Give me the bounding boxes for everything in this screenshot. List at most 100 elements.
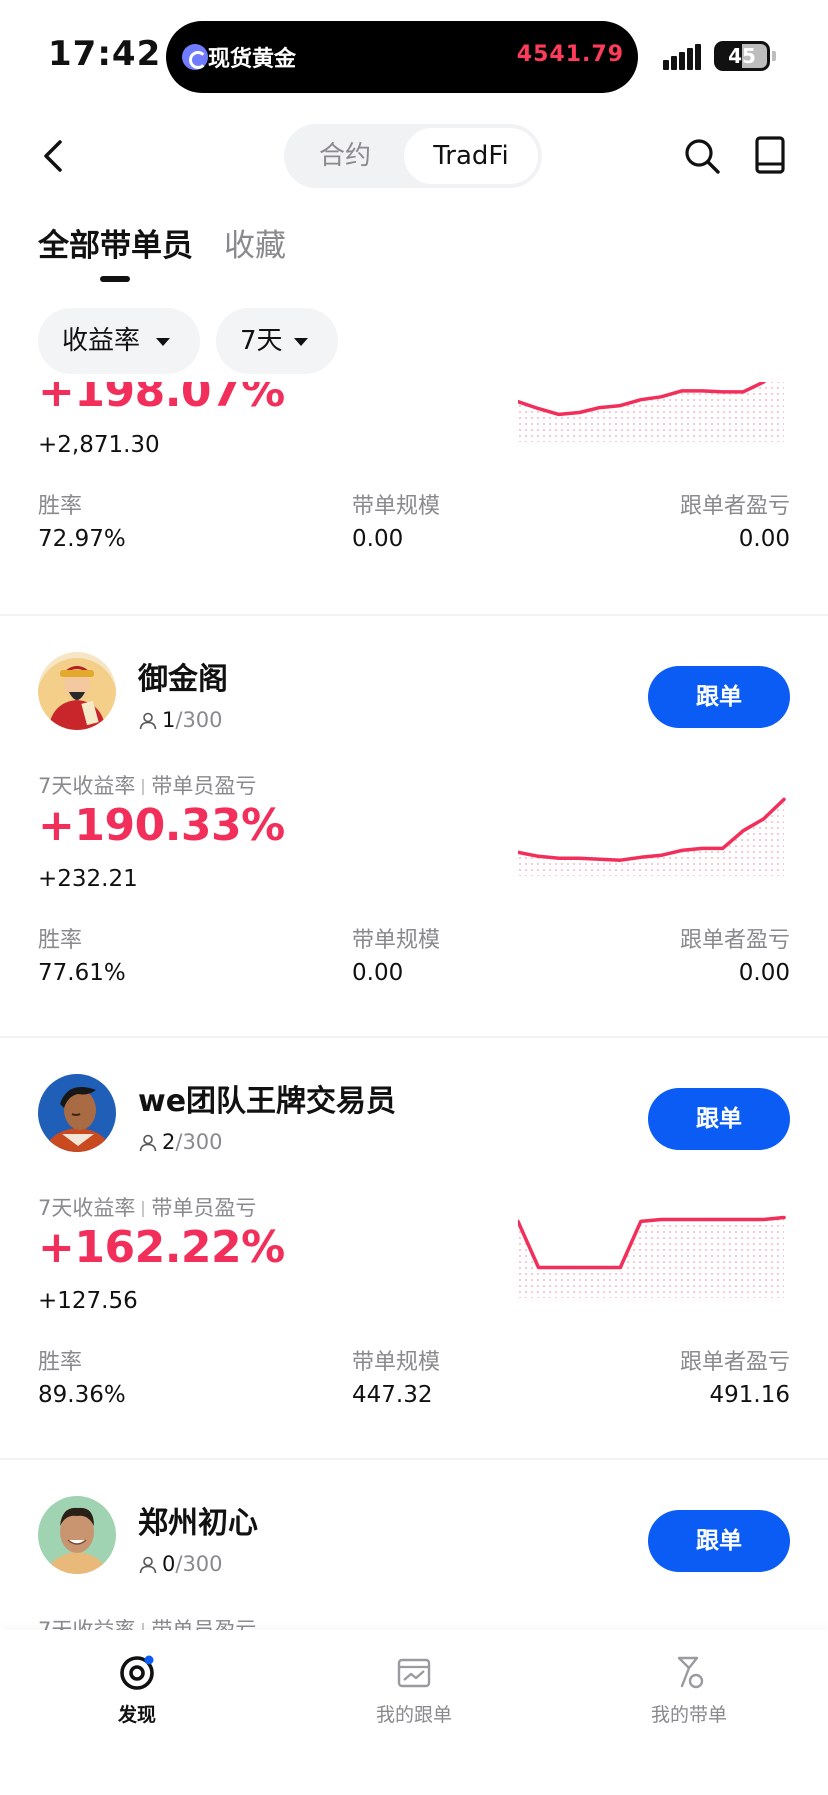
follow-button[interactable]: 跟单 <box>648 666 790 728</box>
roi-sparkline <box>518 1215 786 1298</box>
guide-button[interactable] <box>750 134 790 176</box>
lead-trade-badge-icon <box>677 1656 704 1689</box>
trader-name[interactable]: we团队王牌交易员 <box>138 1076 396 1120</box>
trader-card[interactable]: 郑州初心 0/300 跟单 7天收益率 带单员盈亏 <box>0 1460 828 1630</box>
roi-value: +190.33% <box>38 800 285 851</box>
tab-tradfi[interactable]: TradFi <box>404 128 538 184</box>
trader-pnl: +2,871.30 <box>38 432 160 458</box>
follower-pnl-value: 0.00 <box>738 960 790 986</box>
discover-icon <box>120 1655 154 1690</box>
follower-pnl-label: 跟单者盈亏 <box>679 1350 790 1375</box>
status-time: 17:42 <box>48 34 162 74</box>
metric-caption: 7天收益率 带单员盈亏 <box>38 1614 256 1630</box>
cellular-signal-icon <box>663 44 705 70</box>
trader-pnl: +127.56 <box>38 1288 138 1314</box>
avatar[interactable] <box>38 652 116 730</box>
period-filter-dropdown[interactable]: 7天 <box>216 308 338 374</box>
bottom-nav: 发现 我的跟单 我的带单 <box>0 1630 828 1795</box>
trader-name[interactable]: 郑州初心 <box>138 1498 258 1542</box>
pnl-caption: 带单员盈亏 <box>151 1618 257 1630</box>
roi-caption: 7天收益率 <box>38 1618 136 1630</box>
person-icon <box>139 1134 157 1152</box>
follower-pnl-label: 跟单者盈亏 <box>679 928 790 953</box>
book-icon <box>755 136 785 174</box>
scale-label: 带单规模 <box>352 494 441 519</box>
trader-name[interactable]: 御金阁 <box>138 654 228 698</box>
tab-all-traders[interactable]: 全部带单员 <box>38 220 193 265</box>
live-activity-ticker[interactable]: 现货黄金 4541.79 <box>166 21 638 93</box>
pnl-caption: 带单员盈亏 <box>151 774 257 798</box>
roi-value: +198.07% <box>38 382 285 417</box>
win-rate-label: 胜率 <box>38 928 83 953</box>
follow-button[interactable]: 跟单 <box>648 1510 790 1572</box>
scale-value: 0.00 <box>352 960 404 986</box>
follower-current: 1 <box>162 708 176 732</box>
follow-button[interactable]: 跟单 <box>648 1088 790 1150</box>
follower-count: 0/300 <box>138 1552 223 1576</box>
sort-filter-dropdown[interactable]: 收益率 <box>38 308 200 374</box>
roi-sparkline <box>518 382 784 442</box>
win-rate-value: 72.97% <box>38 526 126 552</box>
person-icon <box>139 1556 157 1574</box>
search-button[interactable] <box>682 136 722 176</box>
back-button[interactable] <box>34 136 74 176</box>
tab-contract[interactable]: 合约 <box>290 128 400 184</box>
battery-level: 45 <box>728 44 756 68</box>
roi-caption: 7天收益率 <box>38 1196 136 1220</box>
trader-card[interactable]: 御金阁 1/300 跟单 7天收益率 带单员盈亏 +190.33% +232.21… <box>0 616 828 1038</box>
battery-tip <box>772 51 776 61</box>
avatar-fortune-god-icon <box>38 652 116 730</box>
win-rate-label: 胜率 <box>38 494 83 519</box>
metric-caption: 7天收益率 带单员盈亏 <box>38 770 256 800</box>
avatar[interactable] <box>38 1496 116 1574</box>
pnl-caption: 带单员盈亏 <box>151 1196 257 1220</box>
follower-capacity: /300 <box>175 1552 223 1576</box>
roi-caption: 7天收益率 <box>38 774 136 798</box>
follower-current: 0 <box>162 1552 176 1576</box>
nav-my-copy-trades[interactable]: 我的跟单 <box>334 1652 494 1727</box>
caret-down-icon <box>156 338 170 346</box>
nav-label: 发现 <box>117 1704 156 1726</box>
avatar-illustrated-man-icon <box>38 1074 116 1152</box>
trader-pnl: +232.21 <box>38 866 138 892</box>
metric-caption: 7天收益率 带单员盈亏 <box>38 1192 256 1222</box>
follower-count: 2/300 <box>138 1130 223 1154</box>
follower-pnl-value: 491.16 <box>709 1382 790 1408</box>
scale-label: 带单规模 <box>352 928 441 953</box>
scale-label: 带单规模 <box>352 1350 441 1375</box>
copy-trade-chart-icon <box>397 1658 431 1688</box>
follower-capacity: /300 <box>175 708 223 732</box>
ticker-price: 4541.79 <box>516 42 624 67</box>
scale-value: 0.00 <box>352 526 404 552</box>
follower-current: 2 <box>162 1130 176 1154</box>
avatar[interactable] <box>38 1074 116 1152</box>
ticker-name: 现货黄金 <box>208 47 297 72</box>
win-rate-label: 胜率 <box>38 1350 83 1375</box>
gold-ticker-icon <box>182 44 208 70</box>
tab-favorites[interactable]: 收藏 <box>224 220 286 265</box>
market-segment-control: 合约 TradFi <box>284 124 542 188</box>
avatar-smiling-man-icon <box>38 1496 116 1574</box>
trader-card[interactable]: +198.07% +2,871.30 胜率 72.97% 带单规模 0.00 跟… <box>0 382 828 604</box>
trader-card[interactable]: we团队王牌交易员 2/300 跟单 7天收益率 带单员盈亏 +162.22% +… <box>0 1038 828 1460</box>
follower-pnl-value: 0.00 <box>738 526 790 552</box>
nav-label: 我的带单 <box>650 1704 727 1726</box>
caret-down-icon <box>294 338 308 346</box>
follower-capacity: /300 <box>175 1130 223 1154</box>
follower-count: 1/300 <box>138 708 223 732</box>
active-tab-indicator <box>100 276 130 282</box>
roi-value: +162.22% <box>38 1222 285 1273</box>
sort-filter-label: 收益率 <box>62 326 141 356</box>
trader-list: +198.07% +2,871.30 胜率 72.97% 带单规模 0.00 跟… <box>0 382 828 1630</box>
search-icon <box>685 139 720 174</box>
scale-value: 447.32 <box>352 1382 433 1408</box>
person-icon <box>139 712 157 730</box>
nav-label: 我的跟单 <box>375 1704 452 1726</box>
win-rate-value: 89.36% <box>38 1382 126 1408</box>
nav-discover[interactable]: 发现 <box>57 1652 217 1727</box>
status-bar: 17:42 现货黄金 4541.79 45 <box>0 0 828 110</box>
follower-pnl-label: 跟单者盈亏 <box>679 494 790 519</box>
nav-my-lead-trades[interactable]: 我的带单 <box>609 1652 769 1727</box>
roi-sparkline <box>518 797 786 876</box>
win-rate-value: 77.61% <box>38 960 126 986</box>
